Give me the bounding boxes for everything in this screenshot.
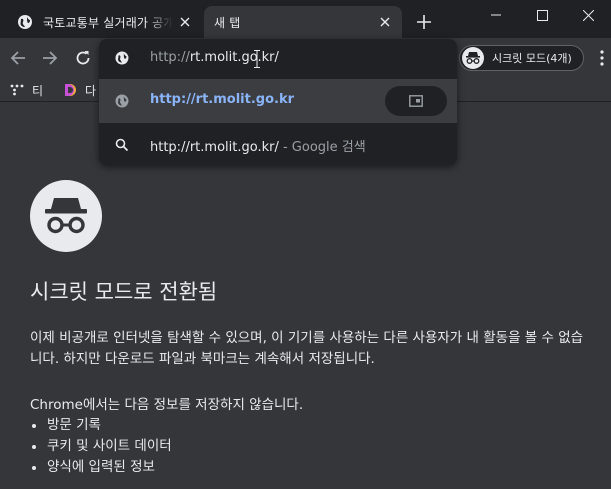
maximize-button[interactable]: [519, 0, 565, 30]
tab-strip: 국토교통부 실거래가 공개시스템 새 탭: [0, 0, 611, 38]
suggestion-suffix: - Google 검색: [278, 140, 366, 155]
reload-button[interactable]: [71, 46, 95, 70]
close-tab-icon[interactable]: [177, 14, 193, 30]
incognito-profile-button[interactable]: 시크릿 모드(4개): [459, 45, 584, 71]
suggestion-text: http://rt.molit.go.kr/ - Google 검색: [150, 136, 366, 155]
suggestion-row[interactable]: http://rt.molit.go.kr: [99, 79, 457, 123]
minimize-icon: [491, 14, 501, 16]
globe-icon: [115, 94, 129, 108]
page-title: 시크릿 모드로 전환됨: [30, 280, 218, 304]
incognito-icon: [462, 47, 484, 69]
incognito-description: 이제 비공개로 인터넷을 탐색할 수 있으며, 이 기기를 사용하는 다른 사용…: [30, 330, 584, 367]
tab-title: 새 탭: [214, 15, 241, 30]
url-host: rt.molit.go.kr/: [189, 50, 279, 65]
arrow-left-icon: [10, 51, 25, 65]
suggestion-row[interactable]: http://rt.molit.go.kr/ - Google 검색: [99, 123, 457, 165]
text-cursor-icon: [254, 50, 260, 68]
globe-icon: [18, 15, 32, 29]
kebab-menu-icon: [600, 50, 604, 66]
omnibox-dropdown: http://rt.molit.go.kr/ http://rt.molit.g…: [99, 39, 457, 165]
url-scheme: http://: [150, 50, 190, 65]
suggestion-query: http://rt.molit.go.kr/: [150, 140, 279, 155]
bookmark-label: 다: [85, 83, 97, 98]
tab-new[interactable]: 새 탭: [204, 6, 402, 38]
menu-button[interactable]: [596, 48, 608, 68]
minimize-button[interactable]: [473, 0, 519, 30]
d-logo-icon: [65, 84, 76, 96]
plus-icon: [417, 15, 431, 29]
close-window-button[interactable]: [565, 0, 611, 30]
suggestion-text: http://rt.molit.go.kr: [150, 92, 295, 107]
tab-title: 국토교통부 실거래가 공개시스템: [43, 15, 173, 30]
forward-button[interactable]: [38, 46, 62, 70]
tab-molit[interactable]: 국토교통부 실거래가 공개시스템: [8, 6, 202, 38]
list-item: 쿠키 및 사이트 데이터: [30, 436, 172, 457]
search-icon: [115, 138, 129, 152]
incognito-label: 시크릿 모드(4개): [492, 52, 572, 65]
list-item: 양식에 입력된 정보: [30, 457, 172, 478]
new-tab-button[interactable]: [414, 12, 434, 32]
globe-icon: [115, 51, 129, 65]
back-button[interactable]: [6, 46, 30, 70]
switch-to-tab-icon: [409, 95, 423, 107]
bookmark-item[interactable]: 다: [63, 80, 96, 100]
incognito-hero-icon: [30, 180, 102, 252]
not-saved-list: 방문 기록 쿠키 및 사이트 데이터 양식에 입력된 정보: [30, 415, 172, 478]
bookmark-label: 티: [32, 83, 44, 98]
address-bar[interactable]: http://rt.molit.go.kr/: [99, 39, 457, 77]
not-saved-heading: Chrome에서는 다음 정보를 저장하지 않습니다.: [30, 397, 304, 413]
reload-icon: [76, 51, 90, 65]
maximize-icon: [536, 9, 548, 21]
switch-to-tab-button[interactable]: [385, 86, 447, 116]
close-icon: [582, 9, 594, 21]
close-tab-icon[interactable]: [377, 14, 393, 30]
list-item: 방문 기록: [30, 415, 172, 436]
bookmark-item[interactable]: 티: [10, 80, 43, 100]
arrow-right-icon: [43, 51, 58, 65]
dots-logo-icon: [10, 84, 24, 96]
